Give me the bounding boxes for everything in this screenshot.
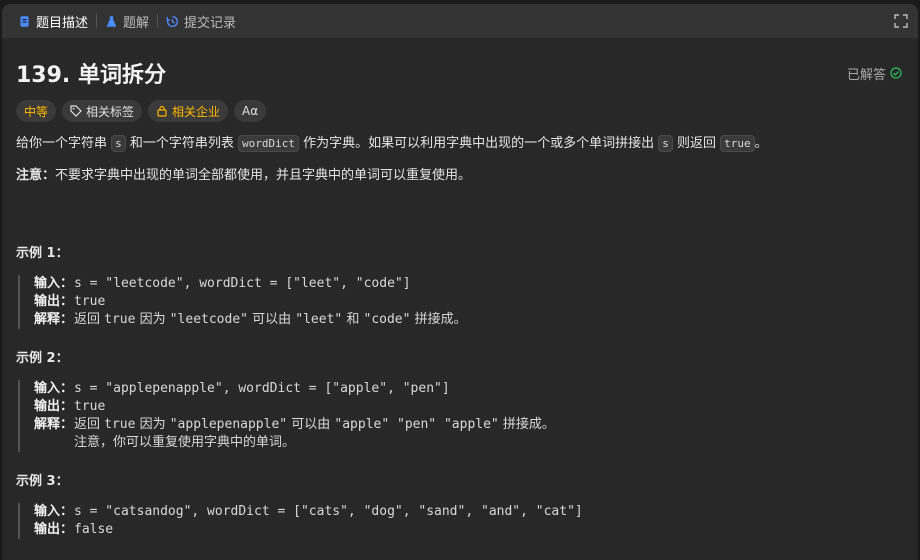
explain-text: 因为 [135,312,170,327]
input-label: 输入： [34,276,74,291]
tab-description[interactable]: 题目描述 [12,4,94,38]
desc-text: 则返回 [672,136,721,151]
input-value: s = "leetcode", wordDict = ["leet", "cod… [74,276,411,291]
explain-text: 拼接成。 [410,312,467,327]
example-title: 示例 3： [16,474,69,489]
input-label: 输入： [34,381,74,396]
solved-status: 已解答 [847,64,902,83]
desc-text: 给你一个字符串 [16,136,112,151]
example-input: 输入： s = "applepenapple", wordDict = ["ap… [34,380,904,398]
check-circle-icon [890,67,902,79]
tag-row: 中等 相关标签 相关企业 Aα [16,100,904,122]
tab-submissions-label: 提交记录 [184,15,237,31]
explain-text: 可以由 [287,417,335,432]
output-value: true [74,294,106,309]
explain-code: "apple" "pen" "apple" [334,417,499,432]
problem-note: 注意：不要求字典中出现的单词全部都使用，并且字典中的单词可以重复使用。 [16,166,904,186]
font-size-label: Aα [242,104,259,118]
tab-submissions[interactable]: 提交记录 [160,4,242,38]
output-label: 输出： [34,294,74,309]
explain-code: true [104,312,136,327]
explain-text: 返回 [74,312,105,327]
explain-code: "applepenapple" [169,417,288,432]
tab-solutions[interactable]: 题解 [99,4,155,38]
explain-text: 拼接成。 [498,417,555,432]
problem-content: 139. 单词拆分 已解答 中等 相关标签 相关企业 Aα 给你一个字符串 s … [2,58,918,539]
example-explanation: 解释： 返回 true 因为 "applepenapple" 可以由 "appl… [34,416,904,434]
output-value: true [74,399,106,414]
output-label: 输出： [34,522,74,537]
explain-code: "leet" [295,312,343,327]
tab-solutions-label: 题解 [123,15,150,31]
explain-note: 注意，你可以重复使用字典中的单词。 [74,435,296,450]
desc-text: 。 [754,136,768,151]
explain-label: 解释： [34,312,74,327]
tab-divider [157,14,159,28]
tag-icon [70,105,82,117]
difficulty-badge: 中等 [16,100,57,122]
companies-tag-label: 相关企业 [172,104,221,119]
explain-text: 因为 [135,417,170,432]
explain-text: 返回 [74,417,105,432]
example-block: 输入： s = "leetcode", wordDict = ["leet", … [18,275,904,329]
example-output: 输出： true [34,398,904,416]
problem-description: 给你一个字符串 s 和一个字符串列表 wordDict 作为字典。如果可以利用字… [16,134,904,154]
output-label: 输出： [34,399,74,414]
inline-code: s [111,135,126,152]
example-explanation-note: 注意，你可以重复使用字典中的单词。 [34,434,904,452]
note-text: 不要求字典中出现的单词全部都使用，并且字典中的单词可以重复使用。 [55,168,472,183]
topics-tag-button[interactable]: 相关标签 [62,100,143,122]
topics-tag-label: 相关标签 [86,104,135,119]
note-label: 注意： [16,168,56,183]
problem-panel: 题目描述 题解 提交记录 139. 单词拆分 已解答 中等 相关标签 相关企业 … [2,4,918,560]
tab-divider [96,14,98,28]
example-input: 输入： s = "catsandog", wordDict = ["cats",… [34,503,904,521]
explain-code: "leetcode" [169,312,248,327]
flask-icon [106,15,117,27]
history-icon [166,15,179,27]
input-value: s = "catsandog", wordDict = ["cats", "do… [74,504,583,519]
example-explanation: 解释： 返回 true 因为 "leetcode" 可以由 "leet" 和 "… [34,311,904,329]
inline-code: true [720,135,755,152]
explain-value: 返回 true 因为 "leetcode" 可以由 "leet" 和 "code… [74,311,467,329]
example-title: 示例 1： [16,246,69,261]
problem-title[interactable]: 139. 单词拆分 [16,57,166,89]
example-output: 输出： false [34,521,904,539]
desc-text: 作为字典。如果可以利用字典中出现的一个或多个单词拼接出 [299,136,659,151]
inline-code: wordDict [238,135,300,152]
input-value: s = "applepenapple", wordDict = ["apple"… [74,381,450,396]
inline-code: s [658,135,673,152]
output-value: false [74,522,114,537]
solved-status-label: 已解答 [846,67,886,83]
tab-description-label: 题目描述 [36,15,89,31]
example-block: 输入： s = "applepenapple", wordDict = ["ap… [18,380,904,452]
explain-code: "code" [363,312,411,327]
tab-bar: 题目描述 题解 提交记录 [2,4,918,38]
explain-label: 解释： [34,417,74,432]
explain-text: 和 [342,312,364,327]
lock-icon [157,105,167,117]
explain-code: true [104,417,136,432]
explain-text: 可以由 [248,312,296,327]
document-icon [20,15,29,27]
desc-text: 和一个字符串列表 [125,136,239,151]
example-block: 输入： s = "catsandog", wordDict = ["cats",… [18,503,904,539]
example-title: 示例 2： [16,351,69,366]
font-size-button[interactable]: Aα [234,100,267,122]
example-input: 输入： s = "leetcode", wordDict = ["leet", … [34,275,904,293]
expand-icon[interactable] [894,14,908,28]
example-output: 输出： true [34,293,904,311]
title-row: 139. 单词拆分 已解答 [16,58,904,88]
explain-value: 返回 true 因为 "applepenapple" 可以由 "apple" "… [74,416,555,434]
input-label: 输入： [34,504,74,519]
companies-tag-button[interactable]: 相关企业 [148,100,229,122]
